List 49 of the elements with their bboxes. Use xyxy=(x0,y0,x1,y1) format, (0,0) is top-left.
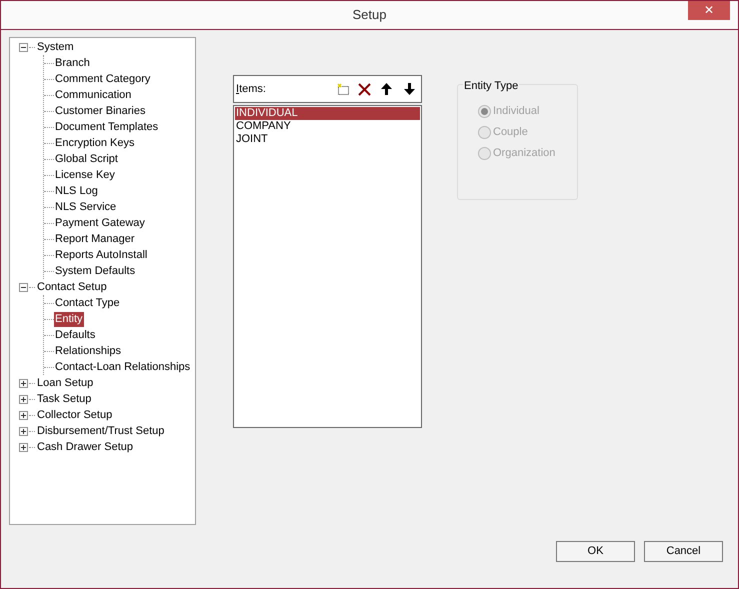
arrow-up-icon[interactable] xyxy=(381,83,392,95)
tree-item[interactable]: Contact-Loan Relationships xyxy=(54,360,192,374)
expand-icon[interactable] xyxy=(19,442,28,452)
expand-icon[interactable] xyxy=(19,426,28,436)
tree-item[interactable]: Comment Category xyxy=(54,72,152,86)
tree-item[interactable]: Report Manager xyxy=(54,232,136,246)
delete-icon[interactable] xyxy=(358,82,371,96)
items-label: Items: xyxy=(236,82,267,97)
tree-item[interactable]: System xyxy=(36,40,75,54)
dialog-button[interactable]: Cancel xyxy=(644,541,723,562)
tree-item[interactable]: License Key xyxy=(54,168,116,182)
tree-item[interactable]: Document Templates xyxy=(54,120,160,134)
tree-item[interactable]: Customer Binaries xyxy=(54,104,146,118)
tree-item[interactable]: Disbursement/Trust Setup xyxy=(36,424,166,438)
collapse-icon[interactable] xyxy=(19,282,28,292)
tree-item[interactable]: Task Setup xyxy=(36,392,92,406)
radio-label: Individual xyxy=(493,104,540,119)
tree-item[interactable]: Loan Setup xyxy=(36,376,94,390)
tree-item[interactable]: Cash Drawer Setup xyxy=(36,440,134,454)
collapse-icon[interactable] xyxy=(19,42,28,52)
tree-item[interactable]: Relationships xyxy=(54,344,122,358)
tree-item[interactable]: NLS Log xyxy=(54,184,99,198)
tree-item[interactable]: Branch xyxy=(54,56,91,70)
new-item-icon[interactable] xyxy=(337,82,350,96)
radio-label: Couple xyxy=(493,124,528,140)
tree-item[interactable]: Reports AutoInstall xyxy=(54,248,148,262)
tree-item[interactable]: Entity xyxy=(54,312,84,326)
list-item[interactable]: INDIVIDUAL xyxy=(235,107,420,120)
expand-icon[interactable] xyxy=(19,410,28,420)
expand-icon[interactable] xyxy=(19,394,28,404)
list-item[interactable]: JOINT xyxy=(235,133,420,146)
tree-item[interactable]: Communication xyxy=(54,88,132,102)
window-title: Setup xyxy=(352,6,386,24)
tree-item[interactable]: System Defaults xyxy=(54,264,136,278)
expand-icon[interactable] xyxy=(19,378,28,388)
tree-item[interactable]: Collector Setup xyxy=(36,408,114,422)
radio-label: Organization xyxy=(493,146,556,161)
tree-item[interactable]: Defaults xyxy=(54,328,96,342)
tree-item[interactable]: Contact Type xyxy=(54,296,121,310)
tree-item[interactable]: Encryption Keys xyxy=(54,136,136,150)
list-item[interactable]: COMPANY xyxy=(235,120,420,133)
tree-item[interactable]: Contact Setup xyxy=(36,280,108,294)
close-button[interactable]: ✕ xyxy=(688,1,730,20)
tree-item[interactable]: Payment Gateway xyxy=(54,216,146,230)
tree-item[interactable]: NLS Service xyxy=(54,200,118,214)
arrow-down-icon[interactable] xyxy=(404,83,415,95)
dialog-button[interactable]: OK xyxy=(556,541,635,562)
group-title: Entity Type xyxy=(463,78,520,94)
tree-item[interactable]: Global Script xyxy=(54,152,119,166)
